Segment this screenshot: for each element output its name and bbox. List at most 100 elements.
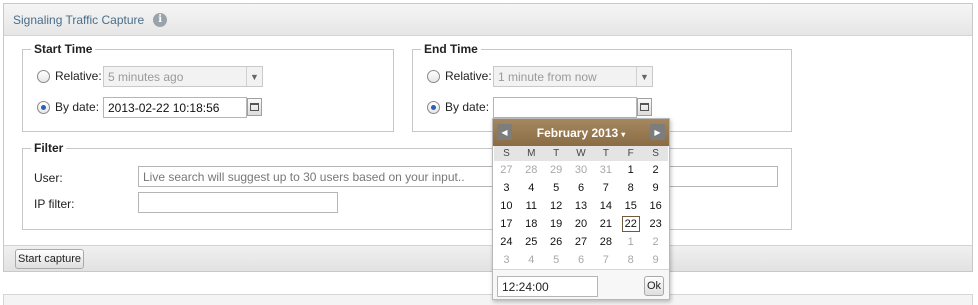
end-bydate-option[interactable]: By date: [427, 100, 489, 114]
day-cell[interactable]: 4 [519, 179, 544, 197]
day-number: 27 [574, 236, 588, 248]
time-input[interactable]: 12:24:00 [497, 276, 598, 297]
end-calendar-icon[interactable] [637, 98, 652, 116]
day-number: 7 [602, 182, 609, 194]
day-cell[interactable]: 26 [544, 233, 569, 251]
day-cell[interactable]: 9 [643, 179, 668, 197]
day-number: 28 [599, 236, 612, 248]
day-cell[interactable]: 5 [544, 179, 569, 197]
day-cell[interactable]: 3 [494, 179, 519, 197]
day-cell[interactable]: 31 [593, 161, 618, 179]
day-cell[interactable]: 23 [643, 215, 668, 233]
prev-month-icon[interactable]: ◀ [497, 124, 512, 140]
start-bydate-option[interactable]: By date: [37, 100, 99, 114]
day-cell[interactable]: 27 [494, 161, 519, 179]
day-cell[interactable]: 21 [593, 215, 618, 233]
start-time-group: Start Time [22, 42, 394, 132]
day-cell[interactable]: 8 [618, 251, 643, 269]
day-cell[interactable]: 10 [494, 197, 519, 215]
info-icon[interactable]: i [153, 12, 168, 27]
day-cell[interactable]: 1 [618, 161, 643, 179]
panel-title: Signaling Traffic Capture [13, 12, 145, 27]
day-cell[interactable]: 2 [643, 161, 668, 179]
weekday-label: M [527, 148, 536, 159]
day-number: 22 [621, 216, 640, 232]
day-cell[interactable]: 7 [593, 179, 618, 197]
user-search-placeholder: Live search will suggest up to 30 users … [143, 169, 465, 184]
day-cell[interactable]: 6 [569, 251, 594, 269]
time-value: 12:24:00 [502, 279, 549, 294]
day-cell[interactable]: 12 [544, 197, 569, 215]
start-relative-radio[interactable] [37, 69, 50, 83]
week-row: 17 18 19 20 21 22 23 [494, 215, 668, 233]
end-relative-option[interactable]: Relative: [427, 69, 492, 83]
weekday-label: T [602, 148, 609, 159]
day-cell[interactable]: 28 [593, 233, 618, 251]
day-cell[interactable]: 16 [643, 197, 668, 215]
day-cell[interactable]: 13 [569, 197, 594, 215]
day-number: 9 [652, 182, 659, 194]
day-cell[interactable]: 2 [643, 233, 668, 251]
date-picker: ◀ February 2013 ▾ ▶ SMTWTFS 27 28 29 30 31 1 2 3… [492, 118, 670, 300]
day-cell[interactable]: 30 [569, 161, 594, 179]
next-month-icon[interactable]: ▶ [650, 124, 665, 140]
start-calendar-icon[interactable] [247, 98, 262, 116]
chevron-down-icon[interactable]: ▼ [636, 67, 652, 86]
day-cell[interactable]: 20 [569, 215, 594, 233]
day-cell[interactable]: 17 [494, 215, 519, 233]
start-date-input[interactable]: 2013-02-22 10:18:56 [103, 97, 247, 118]
day-number: 8 [627, 254, 634, 266]
start-time-legend: Start Time [34, 42, 93, 56]
day-cell[interactable]: 4 [519, 251, 544, 269]
day-grid: 27 28 29 30 31 1 2 3 4 5 6 7 8 9 10 11 12 13 14 15 16 17 18 19 2… [493, 161, 669, 269]
end-date-input[interactable] [493, 97, 637, 118]
selected-day[interactable]: 22 [618, 215, 643, 233]
day-number: 9 [652, 254, 659, 266]
filter-legend: Filter [34, 141, 64, 155]
day-number: 27 [500, 164, 513, 176]
day-cell[interactable]: 9 [643, 251, 668, 269]
date-picker-header: ◀ February 2013 ▾ ▶ [493, 119, 669, 146]
day-cell[interactable]: 6 [569, 179, 594, 197]
day-cell[interactable]: 3 [494, 251, 519, 269]
day-cell[interactable]: 5 [544, 251, 569, 269]
start-relative-select[interactable]: 5 minutes ago ▼ [103, 66, 263, 87]
day-number: 16 [649, 200, 662, 212]
user-search-input[interactable]: Live search will suggest up to 30 users … [138, 166, 778, 187]
day-cell[interactable]: 29 [544, 161, 569, 179]
day-number: 25 [525, 236, 538, 248]
end-relative-radio[interactable] [427, 69, 440, 83]
weekday-label: S [503, 148, 510, 159]
start-capture-button[interactable]: Start capture [15, 249, 84, 269]
day-cell[interactable]: 8 [618, 179, 643, 197]
day-cell[interactable]: 19 [544, 215, 569, 233]
end-relative-select[interactable]: 1 minute from now ▼ [493, 66, 653, 87]
chevron-down-icon[interactable]: ▼ [246, 67, 262, 86]
day-number: 21 [599, 218, 612, 230]
ip-filter-input[interactable] [138, 192, 338, 213]
ok-button[interactable]: Ok [644, 276, 664, 296]
end-relative-label: Relative: [445, 69, 492, 83]
day-cell[interactable]: 14 [593, 197, 618, 215]
month-selector[interactable]: February 2013 ▾ [537, 126, 625, 140]
day-number: 3 [503, 254, 510, 266]
day-cell[interactable]: 24 [494, 233, 519, 251]
day-cell[interactable]: 1 [618, 233, 643, 251]
day-cell[interactable]: 11 [519, 197, 544, 215]
start-bydate-label: By date: [55, 100, 100, 114]
day-number: 4 [528, 182, 535, 194]
day-cell[interactable]: 28 [519, 161, 544, 179]
day-number: 12 [550, 200, 563, 212]
day-cell[interactable]: 15 [618, 197, 643, 215]
weekday-label: F [627, 148, 634, 159]
day-cell[interactable]: 27 [569, 233, 594, 251]
start-bydate-radio[interactable] [37, 100, 50, 114]
day-number: 4 [528, 254, 535, 266]
day-cell[interactable]: 7 [593, 251, 618, 269]
day-cell[interactable]: 18 [519, 215, 544, 233]
week-row: 27 28 29 30 31 1 2 [494, 161, 668, 179]
start-relative-option[interactable]: Relative: [37, 69, 102, 83]
end-bydate-radio[interactable] [427, 100, 440, 114]
day-number: 20 [574, 218, 588, 230]
day-cell[interactable]: 25 [519, 233, 544, 251]
